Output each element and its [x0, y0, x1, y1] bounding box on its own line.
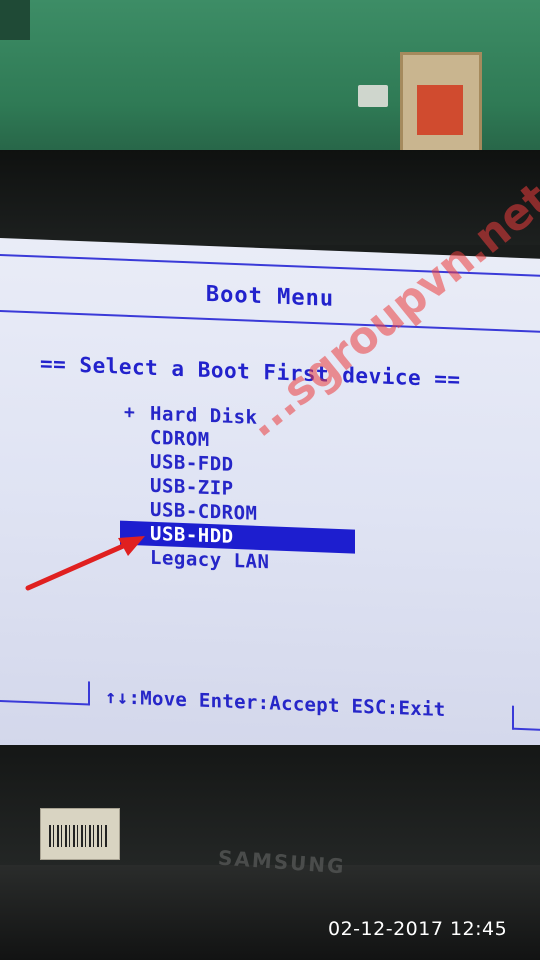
barcode-icon — [49, 825, 109, 847]
photo-timestamp: 02-12-2017 12:45 — [328, 918, 508, 940]
barcode-sticker — [40, 808, 120, 860]
desk-surface — [0, 865, 540, 960]
